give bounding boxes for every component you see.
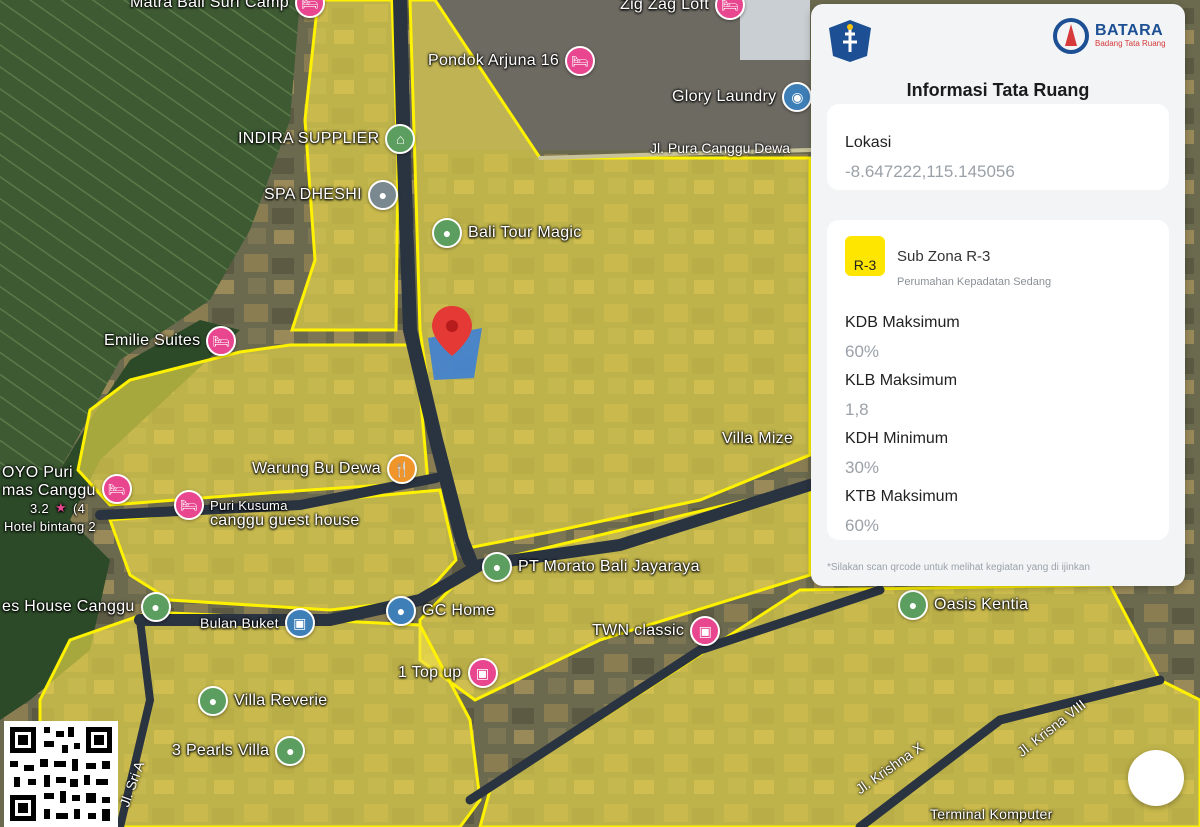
panel-title: Informasi Tata Ruang bbox=[906, 80, 1090, 100]
hotel-icon: 🛏 bbox=[101, 474, 132, 504]
location-label: Lokasi bbox=[845, 134, 892, 151]
zoning-info-panel: BATARA Badang Tata Ruang Informasi Tata … bbox=[811, 4, 1185, 586]
poi-label: Oasis Kentia bbox=[934, 596, 1029, 613]
government-emblem-icon bbox=[829, 20, 871, 62]
restaurant-icon: 🍴 bbox=[387, 454, 417, 484]
poi-spa[interactable]: SPA DHESHI ● bbox=[264, 180, 398, 210]
zone-subtitle: Perumahan Kepadatan Sedang bbox=[897, 276, 1052, 288]
rating-count: (4 bbox=[72, 500, 86, 516]
hotel-category: Hotel bintang 2 bbox=[4, 519, 96, 534]
poi-label: SPA DHESHI bbox=[264, 186, 362, 203]
poi-label: Zig Zag Loft bbox=[620, 0, 709, 13]
rating-score: 3.2 bbox=[30, 500, 49, 516]
poi-label: INDIRA SUPPLIER bbox=[238, 130, 380, 147]
metric-kdb-value: 60% bbox=[845, 342, 880, 361]
poi-label: Terminal Komputer bbox=[930, 806, 1053, 822]
building-white bbox=[740, 0, 810, 60]
poi-oasis[interactable]: ● Oasis Kentia bbox=[898, 590, 1028, 620]
poi-houses[interactable]: es House Canggu ● bbox=[2, 592, 171, 622]
zone-badge: R-3 bbox=[845, 236, 885, 276]
poi-guesthouse[interactable]: canggu guest house bbox=[210, 512, 360, 530]
place-icon: ● bbox=[432, 218, 462, 248]
poi-label: Pondok Arjuna 16 bbox=[428, 52, 560, 69]
shop-icon: ⌂ bbox=[385, 124, 416, 154]
poi-warung[interactable]: Warung Bu Dewa 🍴 bbox=[252, 454, 417, 484]
poi-label: canggu guest house bbox=[210, 512, 360, 529]
poi-villamize[interactable]: Villa Mize bbox=[722, 430, 793, 448]
place-icon: ● bbox=[140, 592, 171, 622]
poi-oyo[interactable]: OYO Puri mas Canggu 🛏 bbox=[2, 460, 132, 504]
poi-label: Warung Bu Dewa bbox=[252, 460, 381, 477]
poi-indira[interactable]: INDIRA SUPPLIER ⌂ bbox=[238, 124, 416, 154]
poi-label: Emilie Suites bbox=[104, 332, 201, 349]
poi-gchome[interactable]: ● GC Home bbox=[386, 596, 495, 626]
hotel-icon: 🛏 bbox=[294, 0, 325, 18]
poi-pondok[interactable]: Pondok Arjuna 16 🛏 bbox=[428, 46, 596, 76]
poi-label: Bali Tour Magic bbox=[468, 224, 582, 241]
metric-kdh-value: 30% bbox=[845, 458, 880, 477]
poi-twn[interactable]: TWN classic ▣ bbox=[592, 616, 721, 646]
metric-klb-value: 1,8 bbox=[845, 400, 869, 419]
poi-label: Puri Kusuma bbox=[210, 497, 288, 513]
batara-logo-icon bbox=[1053, 18, 1089, 54]
poi-label: Matra Bali Surf Camp bbox=[130, 0, 289, 11]
qr-code-icon[interactable] bbox=[4, 721, 118, 827]
poi-zigzag[interactable]: Zig Zag Loft 🛏 bbox=[620, 0, 745, 20]
poi-glory[interactable]: Glory Laundry ◉ bbox=[672, 82, 813, 112]
poi-matra[interactable]: Matra Bali Surf Camp 🛏 bbox=[130, 0, 325, 18]
poi-label: Villa Mize bbox=[722, 430, 794, 447]
place-icon: ● bbox=[386, 596, 416, 626]
poi-rating: 3.2 ★ (4 bbox=[30, 500, 85, 516]
poi-label: Glory Laundry bbox=[672, 88, 777, 105]
rating-star-icon: ★ bbox=[54, 500, 67, 515]
poi-label: GC Home bbox=[422, 602, 496, 619]
poi-terminal[interactable]: Terminal Komputer bbox=[930, 806, 1053, 822]
metric-kdb-label: KDB Maksimum bbox=[845, 314, 960, 331]
map-action-button[interactable] bbox=[1128, 750, 1184, 806]
poi-reverie[interactable]: ● Villa Reverie bbox=[198, 686, 327, 716]
street-canggu-dewa: Jl. Pura Canggu Dewa bbox=[650, 140, 791, 156]
shop-icon: ▣ bbox=[467, 658, 498, 688]
poi-label: 3 Pearls Villa bbox=[172, 742, 270, 759]
zone-card: R-3 Sub Zona R-3 Perumahan Kepadatan Sed… bbox=[827, 220, 1169, 540]
poi-emilie[interactable]: Emilie Suites 🛏 bbox=[104, 326, 237, 356]
laundry-icon: ◉ bbox=[782, 82, 813, 112]
poi-label: Villa Reverie bbox=[234, 692, 328, 709]
place-icon: ● bbox=[898, 590, 928, 620]
poi-topup[interactable]: 1 Top up ▣ bbox=[398, 658, 498, 688]
poi-label: es House Canggu bbox=[2, 598, 135, 615]
poi-bulan[interactable]: Bulan Buket ▣ bbox=[200, 608, 315, 638]
place-icon: ● bbox=[482, 552, 512, 582]
place-icon: ● bbox=[198, 686, 228, 716]
hotel-icon: 🛏 bbox=[565, 46, 596, 76]
poi-label: 1 Top up bbox=[398, 664, 462, 681]
metric-ktb-label: KTB Maksimum bbox=[845, 488, 958, 505]
shop-icon: ▣ bbox=[284, 608, 315, 638]
poi-morato[interactable]: ● PT Morato Bali Jayaraya bbox=[482, 552, 700, 582]
location-card: Lokasi -8.647222,115.145056 bbox=[827, 104, 1169, 190]
poi-label: TWN classic bbox=[592, 622, 685, 639]
metric-kdh-label: KDH Minimum bbox=[845, 430, 949, 447]
batara-logo-text: BATARA bbox=[1095, 22, 1164, 39]
qr-scan-note: *Silakan scan qrcode untuk melihat kegia… bbox=[827, 562, 1090, 573]
zone-title: Sub Zona R-3 bbox=[897, 248, 991, 265]
poi-hotel-category: Hotel bintang 2 bbox=[4, 519, 96, 534]
spa-icon: ● bbox=[367, 180, 398, 210]
hotel-icon: 🛏 bbox=[174, 490, 204, 520]
poi-label: PT Morato Bali Jayaraya bbox=[518, 558, 700, 575]
poi-tour[interactable]: ● Bali Tour Magic bbox=[432, 218, 582, 248]
shop-icon: ▣ bbox=[690, 616, 721, 646]
hotel-icon: 🛏 bbox=[206, 326, 237, 356]
hotel-icon: 🛏 bbox=[714, 0, 745, 20]
place-icon: ● bbox=[275, 736, 306, 766]
batara-logo-subtext: Badang Tata Ruang bbox=[1095, 39, 1166, 48]
poi-label: OYO Puri mas Canggu bbox=[2, 464, 96, 499]
metric-ktb-value: 60% bbox=[845, 516, 880, 535]
poi-label: Bulan Buket bbox=[200, 615, 279, 631]
metric-klb-label: KLB Maksimum bbox=[845, 372, 958, 389]
poi-pearls[interactable]: 3 Pearls Villa ● bbox=[172, 736, 306, 766]
location-value[interactable]: -8.647222,115.145056 bbox=[845, 162, 1015, 182]
batara-logo: BATARA Badang Tata Ruang bbox=[1053, 18, 1166, 54]
